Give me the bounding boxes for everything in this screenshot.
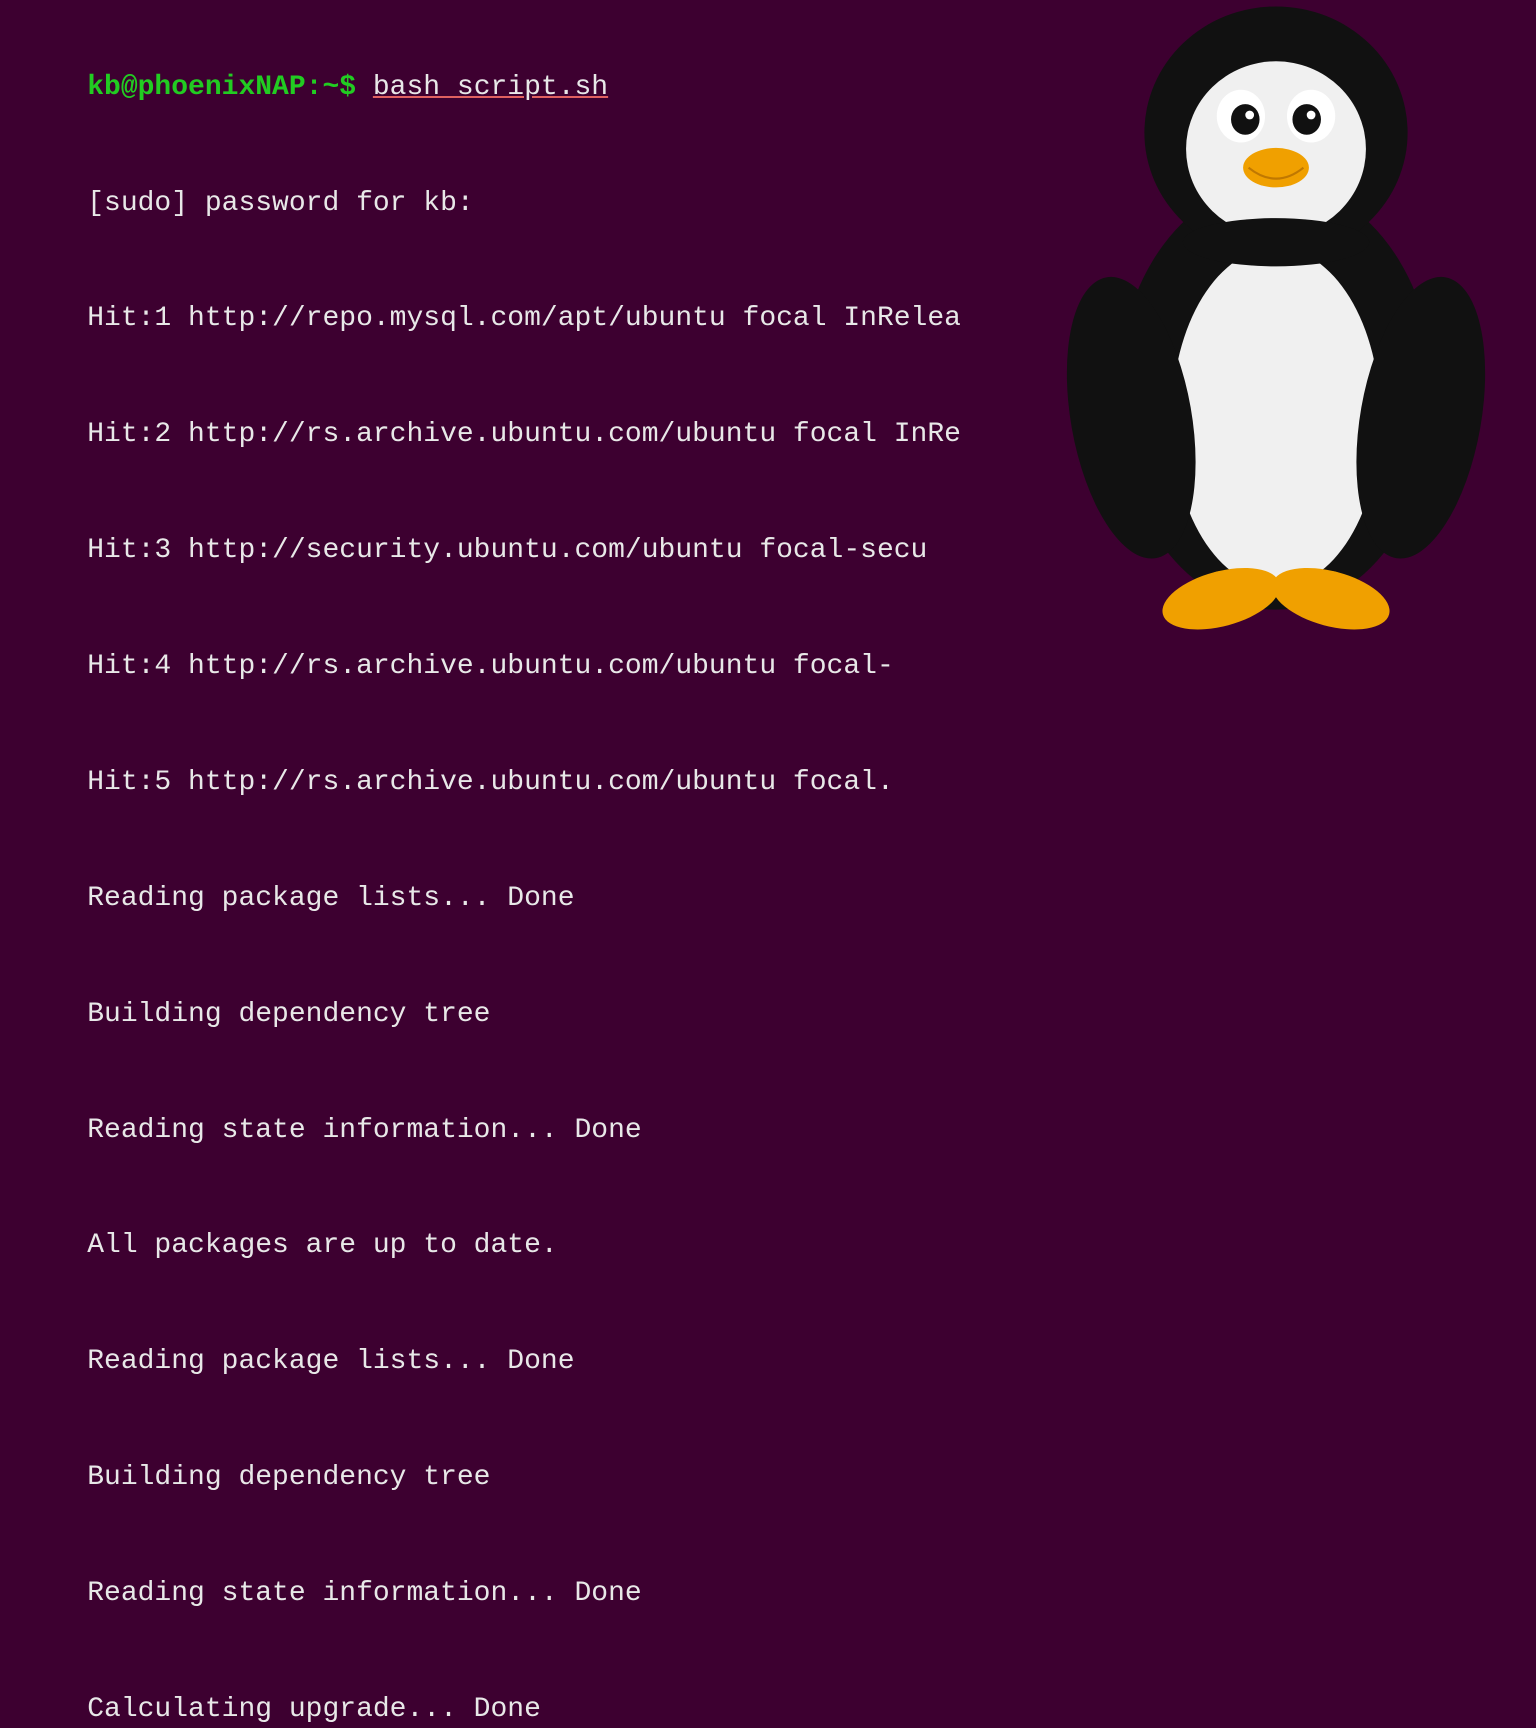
terminal-line-calculating: Calculating upgrade... Done bbox=[20, 1652, 1516, 1728]
terminal-line-building2: Building dependency tree bbox=[20, 1421, 1516, 1537]
tux-penguin bbox=[1056, 0, 1496, 670]
terminal-line-hit5: Hit:5 http://rs.archive.ubuntu.com/ubunt… bbox=[20, 725, 1516, 841]
prompt: kb@phoenixNAP:~$ bbox=[87, 72, 356, 103]
terminal-line-state1: Reading state information... Done bbox=[20, 1073, 1516, 1189]
terminal-line-state2: Reading state information... Done bbox=[20, 1536, 1516, 1652]
terminal-line-building1: Building dependency tree bbox=[20, 957, 1516, 1073]
terminal-line-reading2: Reading package lists... Done bbox=[20, 1305, 1516, 1421]
terminal-line-packages: All packages are up to date. bbox=[20, 1189, 1516, 1305]
command-text: bash script.sh bbox=[373, 72, 608, 103]
terminal-line-reading1: Reading package lists... Done bbox=[20, 841, 1516, 957]
